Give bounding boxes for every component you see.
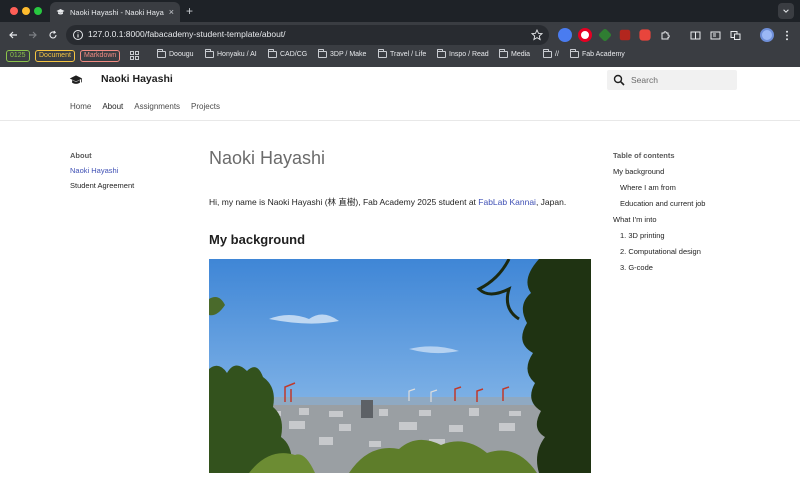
graduation-cap-icon — [56, 9, 65, 15]
sidebar-icon — [710, 31, 720, 39]
bookmark-folder-fab-academy[interactable]: Fab Academy — [570, 49, 625, 58]
sidebar-item-naoki-hayashi[interactable]: Naoki Hayashi — [70, 166, 134, 175]
extensions-button[interactable] — [658, 28, 672, 42]
tab-search-button[interactable] — [778, 3, 794, 19]
toc-item-what-im-into[interactable]: What I'm into — [613, 215, 705, 224]
search-input[interactable]: Search — [607, 70, 737, 90]
folder-icon — [268, 49, 277, 58]
table-of-contents: Table of contents My background Where I … — [613, 151, 705, 272]
site-info-icon[interactable] — [72, 29, 84, 41]
bookmark-folder-cadcg[interactable]: CAD/CG — [268, 49, 307, 58]
shield-extension-icon[interactable] — [639, 29, 651, 41]
side-panel-button[interactable] — [708, 28, 722, 42]
browser-toolbar: 127.0.0.1:8000/fabacademy-student-templa… — [0, 22, 800, 48]
page-title: Naoki Hayashi — [209, 148, 326, 168]
forward-button[interactable] — [26, 28, 40, 42]
bookmark-tag-document[interactable]: Document — [35, 50, 75, 62]
pinterest-extension-icon[interactable] — [578, 28, 592, 42]
bookmark-folder-travel[interactable]: Travel / Life — [378, 49, 426, 58]
section-heading: My background — [209, 232, 306, 247]
intro-text: Hi, my name is Naoki Hayashi (林 直樹), Fab… — [209, 197, 479, 207]
bookmark-folder-inspo[interactable]: Inspo / Read — [437, 49, 489, 58]
tab-home[interactable]: Home — [70, 102, 91, 111]
toc-item-education[interactable]: Education and current job — [613, 199, 705, 208]
search-placeholder: Search — [631, 75, 658, 85]
sidebar-heading: About — [70, 151, 92, 160]
translate-button[interactable] — [728, 28, 742, 42]
intro-text-end: , Japan. — [535, 197, 567, 207]
folder-icon — [437, 49, 446, 58]
close-window-button[interactable] — [10, 7, 18, 15]
back-button[interactable] — [6, 28, 20, 42]
toc-item-computational-design[interactable]: 2. Computational design — [613, 247, 705, 256]
bookmarks-bar: 0125 Document Markdown Doougu Honyaku / … — [0, 48, 800, 67]
tab-title: Naoki Hayashi - Naoki Hayashi — [70, 7, 164, 17]
graduation-cap-icon[interactable] — [69, 74, 83, 86]
browser-menu-button[interactable] — [780, 28, 794, 42]
arrow-right-icon — [29, 31, 37, 39]
toc-item-3d-printing[interactable]: 1. 3D printing — [613, 231, 705, 240]
minimize-window-button[interactable] — [22, 7, 30, 15]
fablab-kannai-link[interactable]: FabLab Kannai — [478, 197, 536, 207]
section-sidebar: About Naoki Hayashi Student Agreement — [70, 151, 134, 190]
tab-about[interactable]: About — [102, 102, 123, 111]
kebab-menu-icon — [786, 30, 788, 40]
green-extension-icon[interactable] — [598, 28, 612, 42]
book-icon — [690, 31, 700, 39]
folder-icon — [378, 49, 387, 58]
bookmark-tag-0125[interactable]: 0125 — [6, 50, 30, 62]
arrow-left-icon — [9, 31, 17, 39]
hometown-photo — [209, 259, 591, 473]
red-extension-icon[interactable] — [619, 29, 631, 41]
tab-close-button[interactable]: × — [169, 7, 174, 17]
site-header: Naoki Hayashi Search Home About Assignme… — [0, 67, 800, 121]
reload-icon — [49, 30, 57, 39]
search-icon — [613, 74, 625, 86]
translate-icon — [730, 30, 740, 40]
bookmark-folder-doougu[interactable]: Doougu — [157, 49, 194, 58]
toc-item-my-background[interactable]: My background — [613, 167, 705, 176]
bookmark-folder-slashes[interactable]: // — [543, 49, 559, 58]
sidebar-item-student-agreement[interactable]: Student Agreement — [70, 181, 134, 190]
folder-icon — [543, 49, 552, 58]
address-bar[interactable]: 127.0.0.1:8000/fabacademy-student-templa… — [66, 25, 549, 45]
bookmark-star-icon[interactable] — [531, 29, 543, 41]
reload-button[interactable] — [46, 28, 60, 42]
bookmark-folder-honyaku[interactable]: Honyaku / AI — [205, 49, 257, 58]
translate-extension-icon[interactable] — [558, 28, 572, 42]
folder-icon — [499, 49, 508, 58]
maximize-window-button[interactable] — [34, 7, 42, 15]
toc-heading: Table of contents — [613, 151, 675, 160]
toc-item-where-i-am-from[interactable]: Where I am from — [613, 183, 705, 192]
city-view-image — [209, 259, 591, 473]
url-text[interactable]: 127.0.0.1:8000/fabacademy-student-templa… — [88, 29, 286, 39]
bookmark-tag-markdown[interactable]: Markdown — [80, 50, 121, 62]
bookmark-folder-3dp[interactable]: 3DP / Make — [318, 49, 366, 58]
apps-grid-icon — [130, 51, 139, 60]
tab-strip: Naoki Hayashi - Naoki Hayashi × + — [0, 0, 800, 22]
folder-icon — [205, 49, 214, 58]
puzzle-icon — [661, 30, 670, 39]
site-title[interactable]: Naoki Hayashi — [101, 73, 173, 85]
toc-item-gcode[interactable]: 3. G-code — [613, 263, 705, 272]
reading-list-button[interactable] — [688, 28, 702, 42]
folder-icon — [570, 49, 579, 58]
chevron-down-icon — [783, 9, 789, 13]
apps-grid-button[interactable] — [130, 51, 139, 60]
primary-nav: Home About Assignments Projects — [70, 102, 220, 111]
intro-paragraph: Hi, my name is Naoki Hayashi (林 直樹), Fab… — [209, 196, 566, 208]
profile-avatar[interactable] — [760, 28, 774, 42]
browser-tab-active[interactable]: Naoki Hayashi - Naoki Hayashi × — [50, 2, 180, 22]
browser-chrome: Naoki Hayashi - Naoki Hayashi × + 127.0.… — [0, 0, 800, 67]
folder-icon — [157, 49, 166, 58]
folder-icon — [318, 49, 327, 58]
new-tab-button[interactable]: + — [186, 4, 193, 18]
bookmark-folder-media[interactable]: Media — [499, 49, 530, 58]
tab-assignments[interactable]: Assignments — [134, 102, 180, 111]
tab-projects[interactable]: Projects — [191, 102, 220, 111]
